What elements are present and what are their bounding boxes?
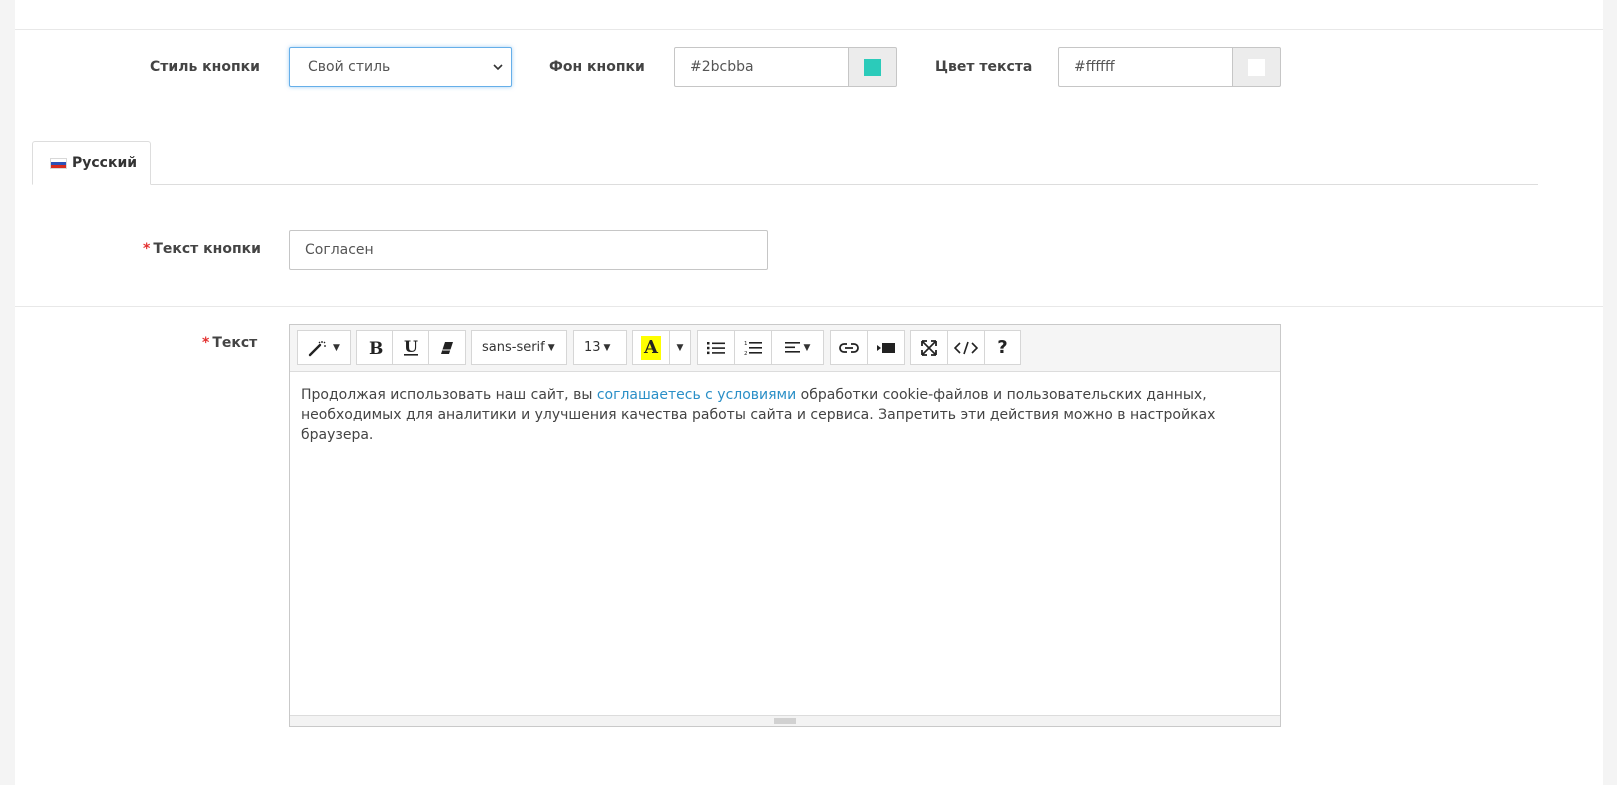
button-text-input[interactable]: Согласен — [289, 230, 768, 270]
highlight-letter: A — [644, 337, 658, 358]
link-icon — [839, 342, 859, 353]
tab-russian-label: Русский — [72, 155, 138, 171]
button-text-label: * Текст кнопки — [143, 241, 261, 257]
underline-button[interactable]: U — [392, 330, 429, 365]
required-mark: * — [143, 241, 151, 257]
eraser-icon — [441, 341, 453, 354]
required-mark: * — [202, 335, 210, 351]
unordered-list-button[interactable] — [697, 330, 735, 365]
tabs-border — [32, 184, 1538, 185]
video-button[interactable] — [867, 330, 905, 365]
divider — [15, 29, 1603, 30]
bold-button[interactable]: B — [356, 330, 393, 365]
svg-text:2: 2 — [744, 351, 748, 356]
caret-down-icon: ▼ — [547, 342, 555, 353]
editor-resize-handle[interactable] — [290, 715, 1280, 726]
unordered-list-icon — [707, 341, 725, 354]
button-style-select[interactable]: Свой стиль — [289, 47, 512, 87]
underline-icon: U — [403, 338, 418, 356]
text-color-value: #ffffff — [1074, 59, 1115, 75]
button-bg-color-picker[interactable] — [849, 47, 897, 87]
help-button[interactable]: ? — [984, 330, 1021, 365]
text-color-input[interactable]: #ffffff — [1058, 47, 1233, 87]
text-label: * Текст — [202, 335, 257, 351]
caret-down-icon: ▼ — [603, 342, 611, 353]
button-bg-input[interactable]: #2bcbba — [674, 47, 849, 87]
editor-content[interactable]: Продолжая использовать наш сайт, вы согл… — [301, 385, 1269, 445]
button-text-value: Согласен — [305, 242, 374, 258]
bold-icon: B — [369, 339, 383, 357]
font-size-value: 13 — [584, 340, 601, 355]
button-style-label: Стиль кнопки — [150, 59, 260, 75]
caret-down-icon: ▼ — [676, 342, 684, 353]
code-view-icon — [954, 341, 978, 354]
highlight-color-button[interactable]: A — [632, 330, 670, 365]
video-icon — [877, 342, 895, 353]
conditions-link[interactable]: соглашаетесь с условиями — [597, 387, 796, 403]
text-color-icon: A — [641, 335, 661, 360]
font-size-dropdown[interactable]: 13 ▼ — [573, 330, 627, 365]
text-label-text: Текст — [212, 335, 258, 351]
magic-wand-icon — [308, 340, 327, 356]
caret-down-icon: ▼ — [803, 342, 811, 353]
tab-russian[interactable]: Русский — [32, 141, 151, 185]
ordered-list-icon: 1 2 — [744, 341, 762, 356]
ordered-list-button[interactable]: 1 2 — [734, 330, 772, 365]
paragraph-align-dropdown[interactable]: ▼ — [771, 330, 824, 365]
svg-text:B: B — [369, 339, 383, 357]
clear-format-button[interactable] — [428, 330, 466, 365]
code-view-button[interactable] — [947, 330, 985, 365]
color-dropdown-toggle[interactable]: ▼ — [669, 330, 691, 365]
russia-flag-icon — [50, 157, 67, 169]
button-bg-value: #2bcbba — [690, 59, 754, 75]
text-color-label: Цвет текста — [935, 59, 1033, 75]
content-text: Продолжая использовать наш сайт, вы — [301, 387, 597, 403]
font-family-value: sans-serif — [482, 340, 545, 355]
fullscreen-icon — [921, 339, 937, 356]
fullscreen-button[interactable] — [910, 330, 948, 365]
button-text-label-text: Текст кнопки — [153, 241, 261, 257]
rich-text-editor: ▼ B U sans-serif ▼ 13 ▼ A ▼ 1 2 ▼ ? Прод… — [289, 324, 1281, 727]
resize-grip-icon — [774, 718, 796, 724]
divider — [15, 306, 1603, 307]
button-style-value: Свой стиль — [308, 59, 391, 75]
link-button[interactable] — [830, 330, 868, 365]
button-bg-swatch — [864, 58, 881, 76]
font-family-dropdown[interactable]: sans-serif ▼ — [471, 330, 567, 365]
align-icon — [784, 342, 800, 353]
chevron-down-icon — [493, 64, 503, 71]
text-color-picker[interactable] — [1233, 47, 1281, 87]
editor-toolbar: ▼ B U sans-serif ▼ 13 ▼ A ▼ 1 2 ▼ ? — [290, 325, 1280, 372]
settings-panel: Стиль кнопки Свой стиль Фон кнопки #2bcb… — [15, 0, 1603, 785]
svg-text:1: 1 — [744, 341, 748, 347]
help-icon: ? — [997, 337, 1008, 358]
svg-text:U: U — [404, 338, 418, 356]
style-button[interactable]: ▼ — [297, 330, 351, 365]
button-bg-label: Фон кнопки — [549, 59, 645, 75]
text-color-swatch — [1248, 58, 1265, 76]
